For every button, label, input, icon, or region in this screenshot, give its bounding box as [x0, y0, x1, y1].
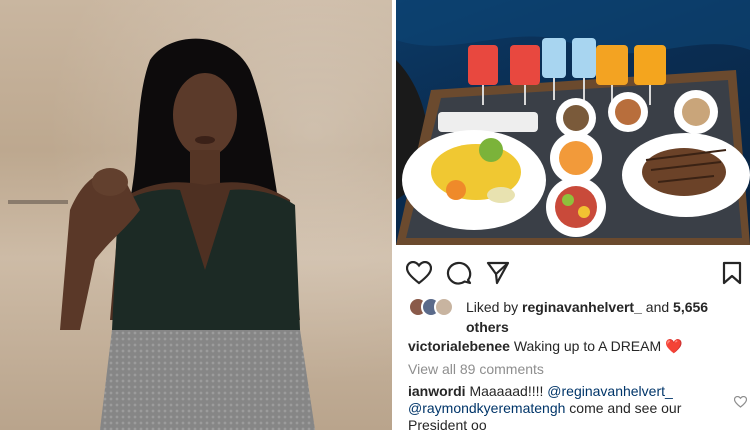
bookmark-icon[interactable] — [722, 261, 742, 290]
breakfast-tray-illustration — [396, 0, 750, 245]
comment-username[interactable]: ianwordi — [408, 383, 466, 399]
caption-username[interactable]: victorialebenee — [408, 338, 510, 354]
likes-prefix: Liked by — [466, 299, 523, 315]
comment-text-1: Maaaaad!!!! — [465, 383, 548, 399]
red-heart-emoji: ❤️ — [665, 338, 683, 354]
liker-username[interactable]: reginavanhelvert_ — [522, 299, 642, 315]
heart-icon[interactable] — [405, 260, 433, 290]
likes-count[interactable]: 5,656 — [673, 299, 708, 315]
comment-mention-2[interactable]: @raymondkyerematengh — [408, 400, 565, 416]
comment-mention-1[interactable]: @reginavanhelvert_ — [547, 383, 673, 399]
instagram-post-panel: Liked by reginavanhelvert_ and 5,656 othe… — [396, 245, 750, 433]
avatar — [434, 297, 454, 317]
likes-others[interactable]: others — [466, 319, 509, 335]
likes-summary: Liked by reginavanhelvert_ and 5,656 othe… — [466, 297, 746, 337]
view-all-comments-link[interactable]: View all 89 comments — [408, 360, 544, 378]
comment-icon[interactable] — [446, 261, 472, 292]
likes-and: and — [641, 299, 674, 315]
comment-like-icon[interactable] — [733, 395, 748, 413]
post-actions-bar — [396, 257, 750, 287]
caption-text: Waking up to A DREAM — [509, 338, 666, 354]
liker-avatars[interactable] — [408, 297, 454, 319]
breakfast-photo — [396, 0, 750, 245]
portrait-figure — [60, 38, 315, 430]
comment-item: ianwordi Maaaaad!!!! @reginavanhelvert_ @… — [408, 383, 730, 434]
post-caption: victorialebenee Waking up to A DREAM ❤️ — [408, 337, 748, 355]
share-icon[interactable] — [486, 261, 510, 290]
portrait-photo — [0, 0, 392, 430]
